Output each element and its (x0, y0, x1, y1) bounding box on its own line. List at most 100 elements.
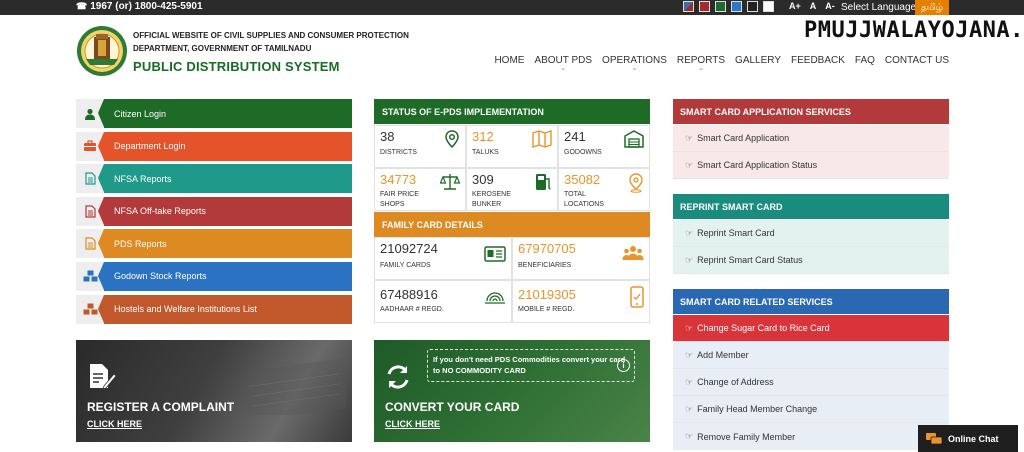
pointer-hand-icon: ☞ (685, 227, 694, 238)
nav-gallery[interactable]: GALLERY (735, 55, 781, 66)
warehouse-icon (624, 130, 644, 148)
main-nav: HOME ABOUT PDS ⌄ OPERATIONS ⌄ REPORTS ⌄ GAL… (494, 55, 949, 72)
online-chat-button[interactable]: Online Chat (918, 425, 1018, 452)
smart-card-application-header: SMART CARD APPLICATION SERVICES (673, 99, 949, 124)
reprint-smart-card-header: REPRINT SMART CARD (673, 194, 949, 219)
font-increase-button[interactable]: A+ (789, 1, 801, 11)
theme-swatch-green[interactable] (715, 1, 726, 12)
chevron-down-icon: ⌄ (698, 65, 704, 72)
register-complaint-link[interactable]: CLICK HERE (87, 419, 142, 429)
menu-nfsa-reports-label: NFSA Reports (98, 164, 352, 194)
link-smart-card-application[interactable]: ☞ Smart Card Application (673, 125, 949, 152)
menu-department-login-label: Department Login (98, 131, 352, 161)
nav-home-label: HOME (494, 55, 525, 66)
stat-aadhaar-value: 67488916 (380, 287, 438, 302)
nav-faq[interactable]: FAQ (855, 55, 875, 66)
stat-aadhaar-regd: 67488916 AADHAAR # REGD. (374, 280, 512, 323)
font-size-controls: A+ A A- (789, 1, 835, 11)
menu-department-login[interactable]: Department Login (76, 131, 352, 161)
font-normal-button[interactable]: A (810, 1, 817, 11)
theme-swatch-red[interactable] (699, 1, 710, 12)
font-decrease-button[interactable]: A- (825, 1, 835, 11)
pointer-hand-icon: ☞ (685, 431, 694, 441)
stat-fps-value: 34773 (380, 172, 417, 187)
nav-feedback[interactable]: FEEDBACK (791, 55, 845, 66)
link-smart-card-application-status[interactable]: ☞ Smart Card Application Status (673, 152, 949, 179)
stat-mobile-label: MOBILE # REGD. (518, 306, 575, 313)
stat-beneficiaries-label: BENEFICIARIES (518, 262, 572, 269)
scale-icon (440, 174, 460, 190)
location-icon (445, 130, 459, 148)
stat-aadhaar-label: AADHAAR # REGD. (380, 306, 444, 313)
nav-about-pds[interactable]: ABOUT PDS ⌄ (534, 55, 592, 72)
top-bar: ☎ 1967 (or) 1800-425-5901 A+ A A- Select … (0, 0, 1024, 15)
fuel-icon (536, 174, 551, 190)
pointer-hand-icon: ☞ (685, 349, 694, 360)
link-family-head-change-label: Family Head Member Change (697, 404, 818, 414)
link-family-head-change[interactable]: ☞ Family Head Member Change (673, 396, 949, 423)
family-card-header: FAMILY CARD DETAILS (374, 212, 650, 237)
theme-swatch-white[interactable] (763, 1, 774, 12)
link-change-of-address[interactable]: ☞ Change of Address (673, 369, 949, 396)
convert-card-notice: If you don't need PDS Commodities conver… (427, 349, 635, 382)
stat-godowns: 241 GODOWNS (558, 125, 650, 168)
menu-nfsa-offtake-reports[interactable]: NFSA Off-take Reports (76, 196, 352, 226)
link-remove-family-member[interactable]: ☞ Remove Family Member (673, 423, 949, 450)
phone-icon: ☎ (76, 1, 88, 11)
menu-godown-stock-reports-label: Godown Stock Reports (98, 261, 352, 291)
stat-districts: 38 DISTRICTS (374, 125, 466, 168)
menu-citizen-login[interactable]: Citizen Login (76, 99, 352, 128)
link-add-member-label: Add Member (697, 350, 749, 360)
stat-taluks: 312 TALUKS (466, 125, 558, 168)
header-line-1: OFFICIAL WEBSITE OF CIVIL SUPPLIES AND C… (133, 31, 409, 40)
login-menu: Citizen Login Department Login NFSA Repo… (76, 99, 352, 327)
tamilnadu-emblem-logo[interactable] (76, 25, 128, 77)
helpline-number: 1967 (or) 1800-425-5901 (90, 1, 203, 12)
watermark-text: PMUJJWALAYOJANA.IN (804, 18, 1024, 43)
nav-operations[interactable]: OPERATIONS ⌄ (602, 55, 667, 72)
stat-mobile-value: 21019305 (518, 287, 576, 302)
menu-nfsa-reports[interactable]: NFSA Reports (76, 164, 352, 194)
chevron-down-icon: ⌄ (560, 65, 567, 72)
menu-pds-reports[interactable]: PDS Reports (76, 229, 352, 259)
link-add-member[interactable]: ☞ Add Member (673, 342, 949, 369)
stat-taluks-value: 312 (472, 129, 494, 144)
theme-swatch-black[interactable] (747, 1, 758, 12)
stat-districts-label: DISTRICTS (380, 149, 417, 156)
nav-reports[interactable]: REPORTS ⌄ (677, 55, 725, 72)
stat-kerosene-bunker: 309 KEROSENE BUNKER (466, 168, 558, 211)
convert-card-banner[interactable]: If you don't need PDS Commodities conver… (374, 340, 650, 442)
nav-contact-us-label: CONTACT US (884, 55, 949, 66)
nav-faq-label: FAQ (854, 55, 875, 66)
stat-beneficiaries: 67970705 BENEFICIARIES (512, 237, 650, 280)
theme-swatch-blue[interactable] (731, 1, 742, 12)
menu-nfsa-offtake-reports-label: NFSA Off-take Reports (98, 196, 352, 226)
link-reprint-smart-card[interactable]: ☞ Reprint Smart Card (673, 220, 949, 247)
stat-locations-value: 35082 (564, 172, 601, 187)
link-reprint-smart-card-status[interactable]: ☞ Reprint Smart Card Status (673, 247, 949, 274)
tamil-language-button[interactable]: தமிழ் (915, 0, 949, 15)
convert-card-link[interactable]: CLICK HERE (385, 419, 440, 429)
nav-contact-us[interactable]: CONTACT US (885, 55, 949, 66)
stat-kerosene-label: KEROSENE BUNKER (472, 191, 511, 208)
link-change-of-address-label: Change of Address (697, 377, 774, 387)
menu-godown-stock-reports[interactable]: Godown Stock Reports (76, 261, 352, 291)
link-remove-family-member-label: Remove Family Member (697, 431, 796, 442)
link-change-sugar-card[interactable]: ☞ Change Sugar Card to Rice Card (673, 315, 949, 342)
register-complaint-banner[interactable]: REGISTER A COMPLAINT CLICK HERE (76, 340, 352, 442)
theme-swatches (683, 1, 774, 14)
map-icon (532, 130, 552, 148)
menu-pds-reports-label: PDS Reports (98, 229, 352, 259)
stat-districts-value: 38 (380, 129, 395, 144)
stat-fps-label: FAIR PRICE SHOPS (380, 191, 419, 208)
stat-kerosene-value: 309 (472, 172, 494, 187)
pointer-hand-icon: ☞ (685, 322, 694, 333)
stat-family-cards-label: FAMILY CARDS (380, 262, 431, 269)
info-icon[interactable]: i (617, 359, 630, 372)
nav-home[interactable]: HOME (494, 55, 524, 66)
theme-swatch-blue-red[interactable] (683, 1, 694, 12)
site-title: PUBLIC DISTRIBUTION SYSTEM (133, 59, 340, 74)
link-reprint-smart-card-status-label: Reprint Smart Card Status (697, 255, 803, 265)
menu-hostels-welfare-list[interactable]: Hostels and Welfare Institutions List (76, 294, 352, 324)
stat-beneficiaries-value: 67970705 (518, 241, 576, 256)
